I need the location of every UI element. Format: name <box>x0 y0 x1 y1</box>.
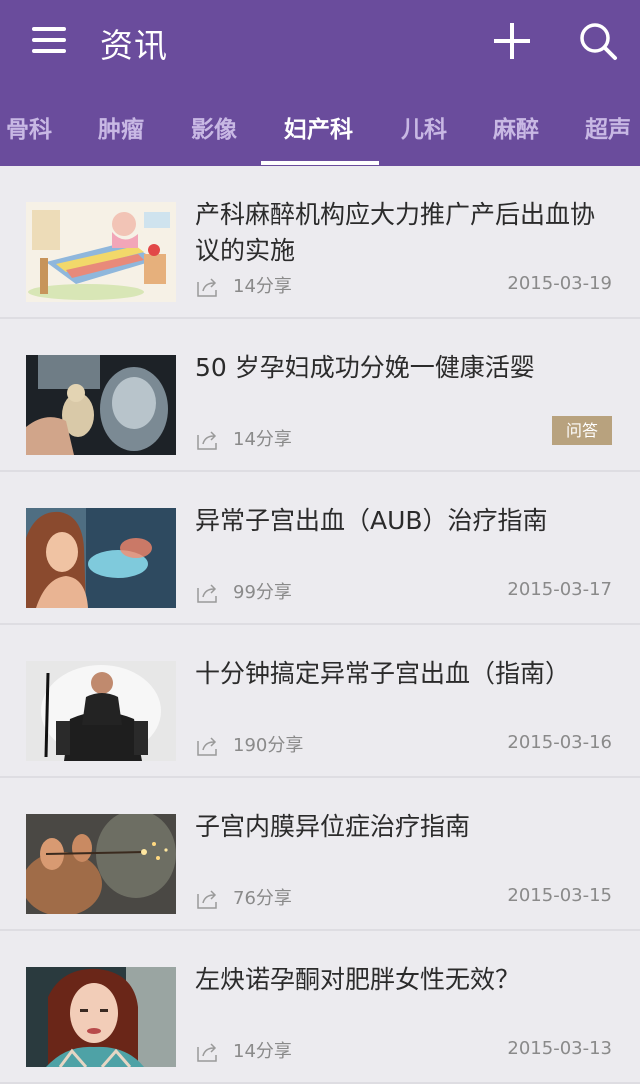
article-row[interactable]: 十分钟搞定异常子宫出血（指南） 190分享 2015-03-16 <box>0 625 640 778</box>
article-title: 50 岁孕妇成功分娩一健康活婴 <box>195 353 535 382</box>
qa-badge: 问答 <box>552 416 612 445</box>
article-title: 子宫内膜异位症治疗指南 <box>195 812 471 841</box>
article-list: 产科麻醉机构应大力推广产后出血协议的实施 14分享 2015-03-19 50 … <box>0 166 640 1084</box>
share-count: 76分享 <box>233 888 292 909</box>
article-row[interactable]: 左炔诺孕酮对肥胖女性无效？ 14分享 2015-03-13 <box>0 931 640 1084</box>
article-title: 异常子宫出血（AUB）治疗指南 <box>195 506 548 535</box>
article-thumbnail <box>26 508 176 608</box>
share-icon <box>197 1043 217 1062</box>
tab-pediatrics[interactable]: 儿科 <box>401 110 447 144</box>
article-date: 2015-03-13 <box>507 1038 612 1059</box>
tab-anesthesia[interactable]: 麻醉 <box>493 110 539 144</box>
article-thumbnail <box>26 661 176 761</box>
active-tab-indicator <box>261 161 379 165</box>
article-title: 产科麻醉机构应大力推广产后出血协议的实施 <box>195 200 596 265</box>
share-icon <box>197 890 217 909</box>
tab-orthopedics[interactable]: 骨科 <box>6 110 52 144</box>
share-icon <box>197 584 217 603</box>
article-row[interactable]: 子宫内膜异位症治疗指南 76分享 2015-03-15 <box>0 778 640 931</box>
tab-imaging[interactable]: 影像 <box>191 110 237 144</box>
app-bar: 资讯 <box>0 0 640 84</box>
article-row[interactable]: 异常子宫出血（AUB）治疗指南 99分享 2015-03-17 <box>0 472 640 625</box>
article-row[interactable]: 产科麻醉机构应大力推广产后出血协议的实施 14分享 2015-03-19 <box>0 166 640 319</box>
article-title: 左炔诺孕酮对肥胖女性无效？ <box>195 965 521 994</box>
category-tabs: 骨科 肿瘤 影像 妇产科 儿科 麻醉 超声 <box>0 84 640 166</box>
tab-ultrasound[interactable]: 超声 <box>585 110 631 144</box>
tab-oncology[interactable]: 肿瘤 <box>98 110 144 144</box>
article-thumbnail <box>26 967 176 1067</box>
share-count: 14分享 <box>233 276 292 297</box>
share-count: 14分享 <box>233 429 292 450</box>
article-date: 2015-03-17 <box>507 579 612 600</box>
article-title: 十分钟搞定异常子宫出血（指南） <box>195 659 571 688</box>
tab-obstetrics-gynecology[interactable]: 妇产科 <box>284 110 353 144</box>
article-thumbnail <box>26 814 176 914</box>
share-count: 190分享 <box>233 735 304 756</box>
article-date: 2015-03-16 <box>507 732 612 753</box>
share-count: 14分享 <box>233 1041 292 1062</box>
article-thumbnail <box>26 202 176 302</box>
page-title: 资讯 <box>100 26 168 65</box>
plus-icon[interactable] <box>494 23 530 59</box>
share-icon <box>197 737 217 756</box>
search-icon[interactable] <box>578 21 618 61</box>
article-row[interactable]: 50 岁孕妇成功分娩一健康活婴 14分享 问答 <box>0 319 640 472</box>
article-date: 2015-03-19 <box>507 273 612 294</box>
share-icon <box>197 431 217 450</box>
share-icon <box>197 278 217 297</box>
menu-icon[interactable] <box>30 25 68 55</box>
share-count: 99分享 <box>233 582 292 603</box>
article-date: 2015-03-15 <box>507 885 612 906</box>
article-thumbnail <box>26 355 176 455</box>
